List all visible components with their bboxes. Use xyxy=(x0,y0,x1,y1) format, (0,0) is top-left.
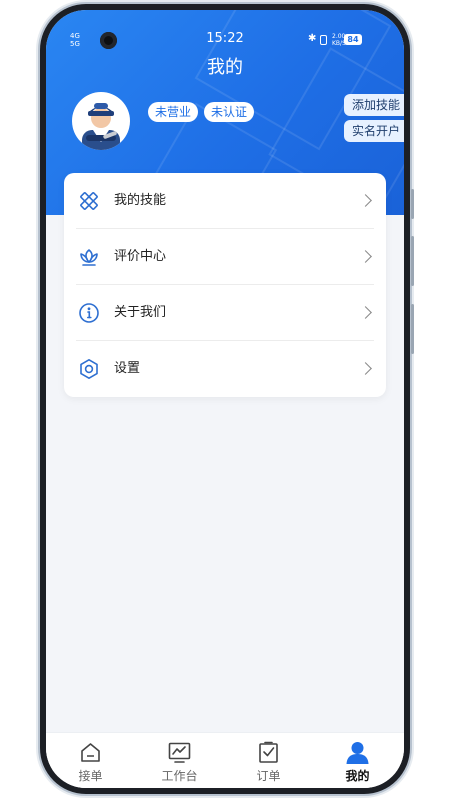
bottom-tab-bar: 接单 工作台 订单 我的 xyxy=(46,732,404,788)
tab-label: 工作台 xyxy=(161,769,198,783)
monitor-chart-icon xyxy=(167,740,192,765)
screen: 4G 5G 15:22 ✱ 2.00 KB/S 84 我的 未营业 未认证 添加… xyxy=(46,10,404,788)
menu-item-skills[interactable]: 我的技能 xyxy=(64,173,386,229)
power-key xyxy=(411,304,414,354)
tab-mine[interactable]: 我的 xyxy=(313,733,402,788)
clipboard-check-icon xyxy=(256,740,281,765)
page-title: 我的 xyxy=(207,57,243,78)
menu-item-about[interactable]: 关于我们 xyxy=(64,285,386,341)
status-bar: 4G 5G 15:22 ✱ 2.00 KB/S 84 xyxy=(46,30,404,50)
menu-item-settings[interactable]: 设置 xyxy=(64,341,386,397)
battery-level: 84 xyxy=(344,34,362,45)
vibrate-icon xyxy=(320,35,327,45)
tab-label: 我的 xyxy=(345,769,370,783)
volume-up-key xyxy=(411,189,414,219)
volume-down-key xyxy=(411,236,414,286)
tab-label: 接单 xyxy=(78,769,103,783)
lotus-icon xyxy=(78,246,100,268)
chevron-right-icon xyxy=(359,194,372,207)
menu-card: 我的技能 评价中心 关于我们 设置 xyxy=(64,173,386,397)
info-icon xyxy=(78,302,100,324)
status-badge-verification: 未认证 xyxy=(204,102,255,122)
tab-workbench[interactable]: 工作台 xyxy=(135,733,224,788)
tab-label: 订单 xyxy=(256,769,281,783)
phone-frame: 4G 5G 15:22 ✱ 2.00 KB/S 84 我的 未营业 未认证 添加… xyxy=(40,4,414,794)
worker-avatar-icon xyxy=(82,103,120,150)
person-icon xyxy=(345,740,370,765)
menu-item-label: 评价中心 xyxy=(114,249,167,264)
avatar[interactable] xyxy=(72,92,130,150)
tab-orders[interactable]: 订单 xyxy=(224,733,313,788)
menu-item-label: 设置 xyxy=(114,361,141,376)
chevron-right-icon xyxy=(359,306,372,319)
gear-icon xyxy=(78,358,100,380)
open-account-button[interactable]: 实名开户 xyxy=(343,120,404,142)
chevron-right-icon xyxy=(359,362,372,375)
menu-item-label: 我的技能 xyxy=(114,193,167,208)
menu-item-label: 关于我们 xyxy=(114,305,167,320)
menu-item-reviews[interactable]: 评价中心 xyxy=(64,229,386,285)
chevron-right-icon xyxy=(359,250,372,263)
pencil-ruler-icon xyxy=(78,190,100,212)
add-skill-button[interactable]: 添加技能 xyxy=(343,94,404,116)
bluetooth-icon: ✱ xyxy=(308,33,317,44)
status-badge-business: 未营业 xyxy=(148,102,199,122)
tray-icon xyxy=(78,740,103,765)
tab-orders-accept[interactable]: 接单 xyxy=(46,733,135,788)
